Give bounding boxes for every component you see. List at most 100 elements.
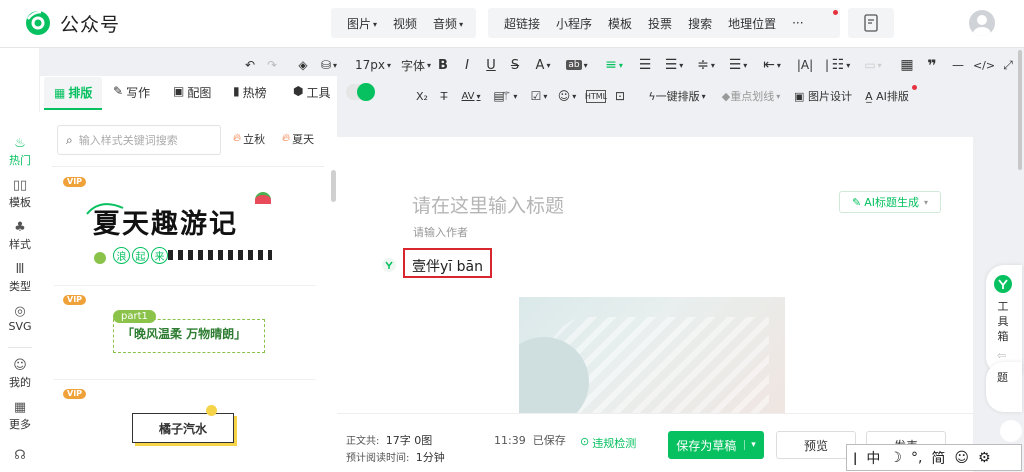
clear-style-icon[interactable]: T̶ <box>436 86 452 106</box>
ime-simplified-toggle[interactable]: 简 <box>931 448 945 468</box>
char-spacing-icon[interactable]: AV ▾ <box>460 86 482 106</box>
strikethrough-icon[interactable]: S <box>508 55 522 75</box>
rail-item-types[interactable]: Ⅲ 类型 <box>0 262 40 294</box>
flame-icon: ♨ <box>14 136 26 151</box>
clear-format-icon[interactable]: ◈ <box>295 55 311 75</box>
subscript-icon[interactable]: X₂ <box>414 86 430 106</box>
title-input[interactable]: 请在这里输入标题 <box>412 191 564 218</box>
template-title: 「晚风温柔 万物晴朗」 <box>122 327 247 341</box>
indent-icon[interactable]: ☰ <box>637 55 653 75</box>
ai-layout-button[interactable]: A̲ AI排版 <box>862 86 912 106</box>
italic-icon[interactable]: I <box>461 55 473 75</box>
list-icon[interactable]: ☷ ▾ <box>830 55 852 75</box>
ime-moon-icon[interactable]: ☽ <box>889 450 902 466</box>
align-left-icon[interactable]: ≡ ▾ <box>602 55 626 75</box>
checker-decoration <box>168 250 272 260</box>
page-scrollbar[interactable] <box>1018 50 1022 170</box>
ime-handle-icon[interactable]: | <box>853 451 857 465</box>
menu-search[interactable]: 搜索 <box>688 15 712 32</box>
panel-scrollbar[interactable] <box>331 170 336 202</box>
menu-hyperlink[interactable]: 超链接 <box>504 15 540 32</box>
rail-item-hot[interactable]: ♨ 热门 <box>0 136 40 168</box>
swirl-decoration <box>86 203 124 215</box>
border-icon[interactable]: ▭ ▾ <box>862 55 884 75</box>
fullscreen-icon[interactable]: ⤢ <box>1000 55 1016 75</box>
menu-audio[interactable]: 音频 ▾ <box>433 15 463 32</box>
chevron-down-icon[interactable]: ▾ <box>744 440 756 450</box>
table-icon[interactable]: ▦ <box>899 55 915 75</box>
menu-miniprogram[interactable]: 小程序 <box>556 15 592 32</box>
tab-layout[interactable]: ▦ 排版 <box>54 84 92 101</box>
hot-tag-summer[interactable]: 🔥︎ 夏天 <box>282 131 314 147</box>
ime-emoji-icon[interactable]: ☺ <box>954 450 969 466</box>
format-painter-icon[interactable]: ⛁ ▾ <box>320 55 338 75</box>
rail-item-mine[interactable]: ☺ 我的 <box>0 358 40 390</box>
one-click-layout-button[interactable]: ϟ 一键排版 ▾ <box>644 86 710 106</box>
quote-icon[interactable]: ❞ <box>924 55 940 75</box>
collapse-arrow-icon[interactable]: ⇦ <box>997 349 1006 362</box>
body-text[interactable]: 壹伴yī bān <box>412 256 483 276</box>
menu-video[interactable]: 视频 <box>393 15 417 32</box>
ime-chinese-toggle[interactable]: 中 <box>866 448 880 468</box>
font-family-select[interactable]: 字体 ▾ <box>398 55 434 75</box>
watermelon-icon <box>255 192 271 204</box>
rail-item-templates[interactable]: ▯▯ 模板 <box>0 178 40 210</box>
text-align-icon[interactable]: ☰ ▾ <box>727 55 749 75</box>
ime-settings-icon[interactable]: ⚙ <box>978 450 991 466</box>
side-circle-button[interactable] <box>1000 420 1022 442</box>
hot-tag-liqiu[interactable]: 🔥︎ 立秋 <box>233 131 265 147</box>
bold-icon[interactable]: B <box>436 55 450 75</box>
checkbox-icon[interactable]: ☑ ▾ <box>528 86 550 106</box>
ai-icon: A̲ <box>865 89 873 103</box>
horizontal-rule-icon[interactable]: — <box>950 55 966 75</box>
magic-wand-icon[interactable]: ⚚ ▾ <box>498 86 520 106</box>
emoji-icon[interactable]: ☺ ▾ <box>555 86 579 106</box>
picture-icon: ▣ <box>794 89 805 103</box>
menu-location[interactable]: 地理位置 <box>728 15 776 32</box>
avatar[interactable] <box>969 10 995 36</box>
paragraph-spacing-icon[interactable]: ≑ ▾ <box>695 55 717 75</box>
underline-icon[interactable]: U <box>484 55 498 75</box>
rail-item-styles[interactable]: ♣ 样式 <box>0 220 40 252</box>
indent-decrease-icon[interactable]: ⇤ ▾ <box>761 55 783 75</box>
save-status: 11:39 已保存 <box>494 434 566 447</box>
tab-write[interactable]: ✎ 写作 <box>113 84 150 101</box>
yiban-small-icon[interactable] <box>381 257 397 273</box>
preview-button[interactable]: 预览 <box>776 431 856 459</box>
menu-image[interactable]: 图片 ▾ <box>347 15 377 32</box>
save-draft-button[interactable]: 保存为草稿 ▾ <box>668 431 764 459</box>
menu-vote[interactable]: 投票 <box>648 15 672 32</box>
compliance-check-link[interactable]: ⊙ 违规检测 <box>580 435 636 451</box>
highlight-line-button[interactable]: ◆ 重点划线 ▾ <box>718 86 784 106</box>
fire-icon: 🔥︎ <box>233 131 242 144</box>
redo-icon[interactable]: ↷ <box>265 55 279 75</box>
image-design-button[interactable]: ▣ 图片设计 <box>793 86 853 106</box>
mobile-preview-button[interactable] <box>848 8 894 38</box>
background-color-icon[interactable]: ab ▾ <box>564 55 590 75</box>
ai-title-button[interactable]: ✎ AI标题生成 ▾ <box>839 191 941 213</box>
ime-punctuation-icon[interactable]: °, <box>911 450 922 466</box>
menu-more[interactable]: ··· <box>792 16 803 30</box>
style-search-input[interactable]: ⌕ 输入样式关键词搜索 <box>57 125 221 155</box>
undo-icon[interactable]: ↶ <box>243 55 257 75</box>
rail-item-svg[interactable]: ◎ SVG <box>0 304 40 333</box>
rail-item-more[interactable]: ▦ 更多 <box>0 400 40 432</box>
wechat-official-logo-icon <box>26 10 50 35</box>
font-color-icon[interactable]: A ▾ <box>532 55 554 75</box>
briefcase-icon[interactable]: ⊡ <box>612 86 628 106</box>
letter-spacing-icon[interactable]: |A| <box>795 55 815 75</box>
author-input[interactable]: 请输入作者 <box>413 224 468 240</box>
vip-badge: VIP <box>63 295 87 305</box>
html-icon[interactable]: HTML <box>585 90 607 103</box>
line-height-icon[interactable]: ☰ ▾ <box>663 55 685 75</box>
code-icon[interactable]: </> <box>973 55 995 75</box>
tab-images[interactable]: ▣ 配图 <box>173 84 211 101</box>
plugin-toggle[interactable] <box>346 83 375 101</box>
headset-icon[interactable]: ☊ <box>0 448 40 464</box>
font-size-select[interactable]: 17px ▾ <box>355 55 391 75</box>
types-icon: Ⅲ <box>15 262 25 277</box>
tab-hotlist[interactable]: ▮ 热榜 <box>233 84 267 101</box>
bookmark-icon: ▮ <box>233 84 240 98</box>
tab-tools[interactable]: ⬢ 工具 <box>293 84 331 101</box>
menu-template[interactable]: 模板 <box>608 15 632 32</box>
